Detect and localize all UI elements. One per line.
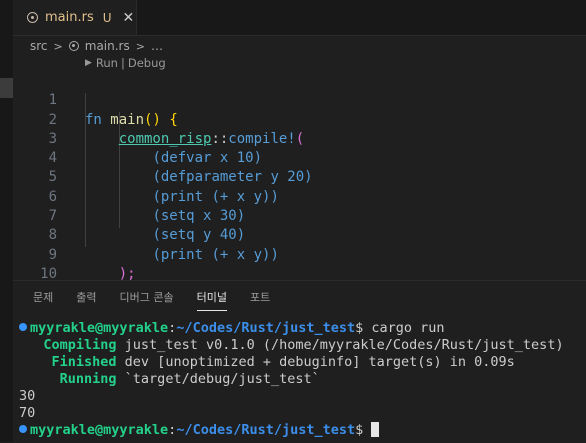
terminal-cursor — [371, 422, 380, 437]
code-line: 9 ); — [13, 226, 586, 282]
tab-terminal[interactable]: 터미널 — [196, 289, 228, 311]
tab-label: main.rs — [45, 10, 94, 25]
breadcrumb: src > main.rs > … — [30, 37, 163, 55]
terminal-line: 70 — [19, 405, 36, 421]
breadcrumb-folder[interactable]: src — [30, 39, 48, 53]
command-status-dot-icon — [19, 425, 27, 433]
rust-file-icon — [27, 12, 38, 23]
activity-marker — [0, 78, 13, 98]
code-line: 3 (defvar x 10) — [13, 111, 586, 166]
play-icon: ▶ — [85, 58, 92, 68]
chevron-right-icon: > — [53, 39, 63, 53]
bottom-panel: 문제 출력 디버그 콘솔 터미널 포트 myyrakle@myyrakle:~/… — [13, 280, 586, 443]
codelens-separator: | — [120, 56, 125, 70]
terminal-line: myyrakle@myyrakle:~/Codes/Rust/just_test… — [19, 320, 445, 337]
activity-strip — [0, 0, 13, 442]
codelens-debug[interactable]: Debug — [128, 56, 166, 70]
close-icon[interactable]: ✕ — [123, 10, 135, 26]
command-status-dot-icon — [19, 323, 27, 331]
breadcrumb-symbols[interactable]: … — [151, 39, 163, 53]
editor-tab-bar: main.rs U ✕ — [13, 0, 586, 36]
terminal-line: 30 — [19, 388, 36, 404]
code-line: 10 } — [13, 246, 586, 301]
breadcrumb-file[interactable]: main.rs — [85, 39, 130, 53]
tab-ports[interactable]: 포트 — [250, 289, 270, 311]
code-line: 4 (defparameter y 20) — [13, 130, 586, 185]
terminal-line: Finished dev [unoptimized + debuginfo] t… — [19, 354, 515, 370]
code-line: 1 fn main() { — [13, 72, 586, 127]
tab-problems[interactable]: 문제 — [33, 289, 53, 311]
panel-tabs: 문제 출력 디버그 콘솔 터미널 포트 — [33, 289, 293, 311]
code-line: 5 (print (+ x y)) — [13, 149, 586, 204]
code-line: 6 (setq x 30) — [13, 169, 586, 224]
untracked-badge: U — [102, 10, 112, 25]
tab-output[interactable]: 출력 — [76, 289, 96, 311]
rust-file-icon — [68, 41, 79, 51]
code-line: 2 common_risp::compile!( — [13, 91, 586, 147]
codelens-run[interactable]: Run — [96, 56, 118, 70]
codelens: ▶ Run | Debug — [85, 56, 166, 70]
terminal-prompt: myyrakle@myyrakle:~/Codes/Rust/just_test… — [19, 422, 380, 439]
terminal-line: Running `target/debug/just_test` — [19, 371, 320, 387]
tab-main-rs[interactable]: main.rs U ✕ — [13, 0, 137, 35]
code-line: 8 (print (+ x y)) — [13, 207, 586, 262]
terminal-line: Compiling just_test v0.1.0 (/home/myyrak… — [19, 337, 564, 353]
tab-debug-console[interactable]: 디버그 콘솔 — [120, 289, 174, 311]
chevron-right-icon: > — [135, 39, 145, 53]
code-line: 7 (setq y 40) — [13, 188, 586, 243]
